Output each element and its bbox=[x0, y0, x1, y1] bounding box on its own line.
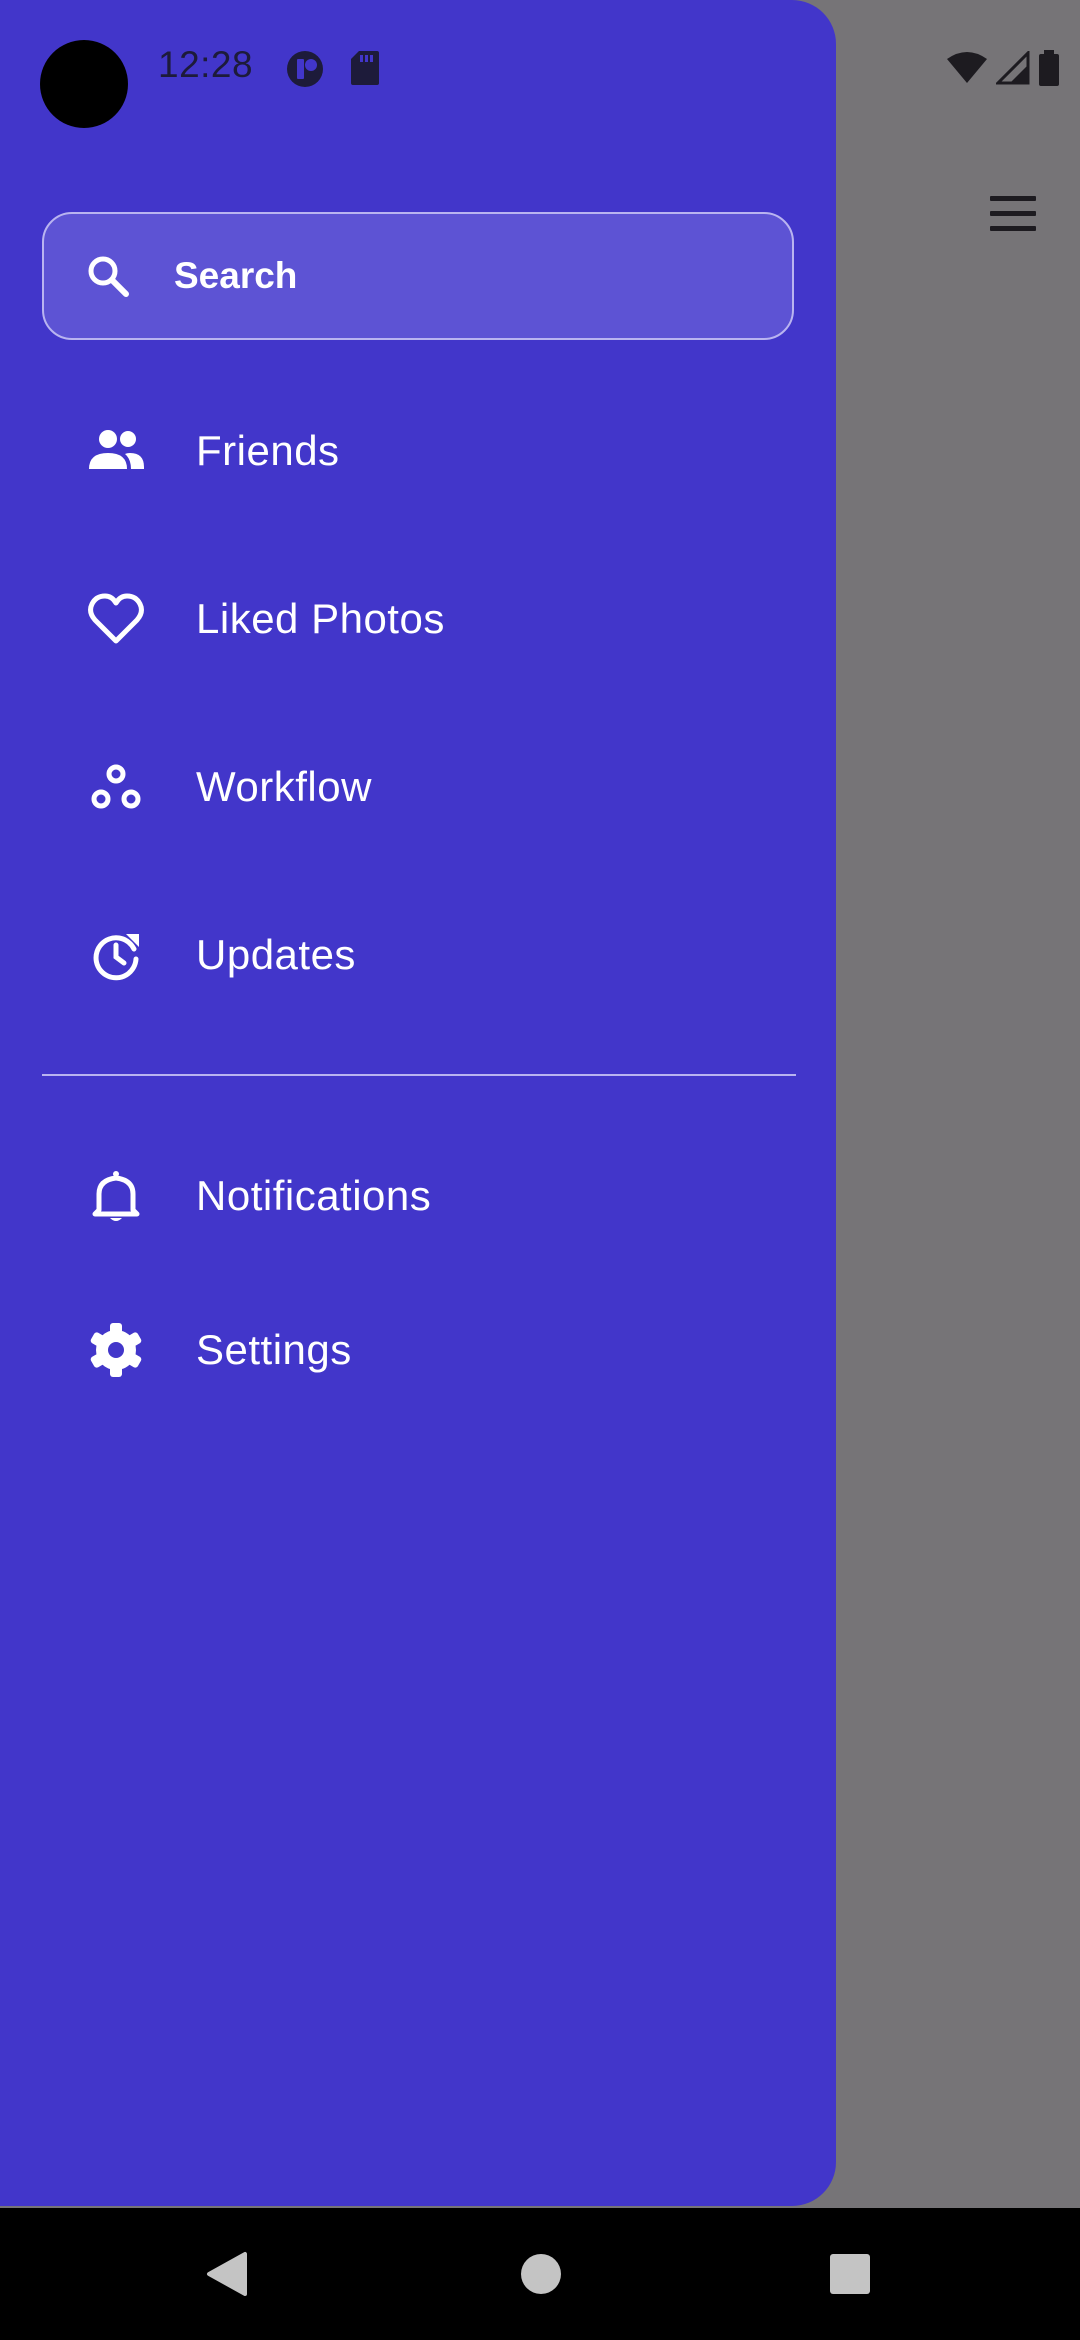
signal-icon bbox=[996, 51, 1030, 85]
status-bar-left: 12:28 bbox=[0, 0, 836, 130]
update-icon bbox=[93, 934, 139, 981]
recents-button[interactable] bbox=[780, 2208, 920, 2340]
home-icon bbox=[521, 2254, 561, 2294]
drawer-item-label: Friends bbox=[196, 427, 340, 474]
recents-icon bbox=[830, 2254, 870, 2294]
menu-icon[interactable] bbox=[986, 192, 1040, 238]
bell-icon bbox=[92, 1171, 140, 1221]
back-icon bbox=[207, 2252, 247, 2296]
search-field[interactable]: Search bbox=[42, 212, 794, 340]
home-button[interactable] bbox=[471, 2208, 611, 2340]
drawer-item-label: Workflow bbox=[196, 763, 372, 810]
status-bar-right bbox=[946, 50, 1060, 86]
gear-icon bbox=[90, 1323, 142, 1377]
drawer-item-updates[interactable]: Updates bbox=[42, 895, 794, 1015]
drawer-item-workflow[interactable]: Workflow bbox=[42, 727, 794, 847]
app-notification-icon bbox=[287, 51, 323, 87]
status-clock: 12:28 bbox=[158, 44, 254, 85]
drawer-item-notifications[interactable]: Notifications bbox=[42, 1136, 794, 1256]
system-navigation-bar bbox=[0, 2208, 1080, 2340]
drawer-item-liked-photos[interactable]: Liked Photos bbox=[42, 559, 794, 679]
people-icon bbox=[89, 430, 144, 469]
search-placeholder: Search bbox=[174, 255, 298, 296]
drawer-item-label: Updates bbox=[196, 931, 356, 978]
drawer-item-label: Settings bbox=[196, 1326, 352, 1373]
drawer-item-friends[interactable]: Friends bbox=[42, 391, 794, 511]
heart-icon bbox=[88, 593, 144, 644]
wifi-icon bbox=[947, 52, 987, 83]
camera-cutout bbox=[40, 40, 128, 128]
drawer-divider bbox=[42, 1074, 796, 1076]
drawer-item-settings[interactable]: Settings bbox=[42, 1290, 794, 1410]
drawer-item-label: Liked Photos bbox=[196, 595, 445, 642]
drawer-item-label: Notifications bbox=[196, 1172, 432, 1219]
sd-card-icon bbox=[351, 51, 379, 85]
navigation-drawer: 12:28 Search Friends Liked Photos Workfl… bbox=[0, 0, 836, 2206]
back-button[interactable] bbox=[157, 2208, 297, 2340]
search-icon bbox=[88, 256, 129, 297]
workflow-icon bbox=[91, 764, 141, 809]
battery-icon bbox=[1039, 50, 1059, 86]
